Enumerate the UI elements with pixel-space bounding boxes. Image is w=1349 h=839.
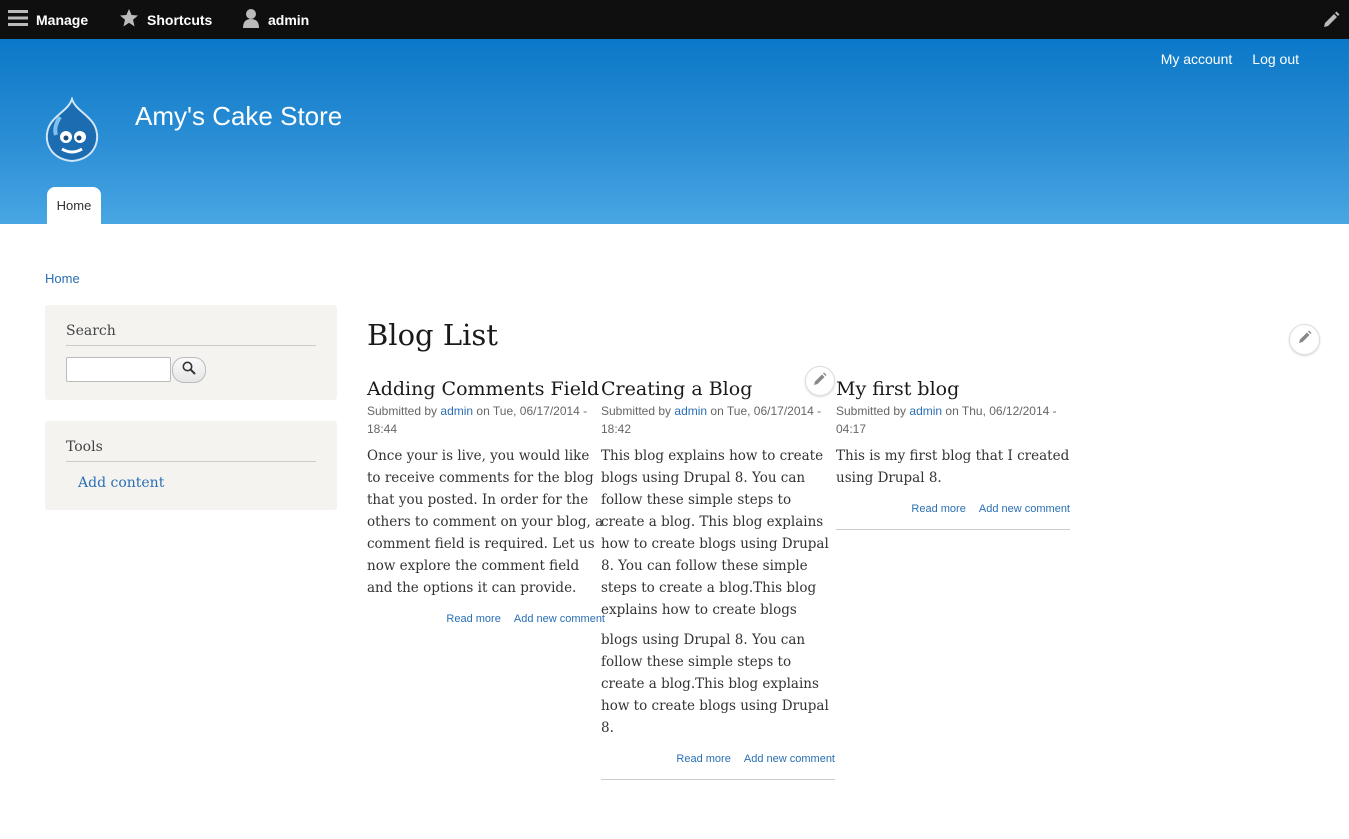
log-out-link[interactable]: Log out [1252,51,1299,67]
pencil-icon [1298,330,1312,349]
search-block-title: Search [66,323,316,346]
breadcrumb-home[interactable]: Home [45,271,80,286]
post-edit-button[interactable] [805,366,835,396]
add-comment-link[interactable]: Add new comment [744,753,835,765]
tools-block: Tools Add content [45,421,337,510]
post-divider [601,779,835,780]
secondary-menu: My account Log out [1161,51,1299,67]
read-more-link[interactable]: Read more [676,753,730,765]
drupal-logo-icon[interactable] [42,95,102,165]
post-divider [836,529,1070,530]
post-links: Read more Add new comment [836,503,1070,515]
user-icon [242,8,260,31]
post-meta: Submitted by admin on Tue, 06/17/2014 - … [601,402,835,438]
page-edit-button[interactable] [1289,324,1320,355]
post-body: This is my first blog that I created usi… [836,448,1070,486]
post-meta: Submitted by admin on Tue, 06/17/2014 - … [367,402,605,438]
add-comment-link[interactable]: Add new comment [514,613,605,625]
toolbar-manage[interactable]: Manage [8,0,88,39]
blog-post: Creating a Blog Submitted by admin on Tu… [601,376,835,780]
blog-post: My first blog Submitted by admin on Thu,… [836,376,1070,530]
tab-home[interactable]: Home [47,187,101,224]
post-body: Once your is live, you would like to rec… [367,448,604,596]
blog-post: Adding Comments Field Submitted by admin… [367,376,605,625]
post-body: This blog explains how to create blogs u… [601,448,829,618]
toolbar-manage-label: Manage [36,11,89,28]
search-input[interactable] [66,357,171,382]
post-title[interactable]: Adding Comments Field [367,376,605,402]
author-link[interactable]: admin [909,404,942,418]
my-account-link[interactable]: My account [1161,51,1233,67]
author-link[interactable]: admin [674,404,707,418]
post-meta: Submitted by admin on Thu, 06/12/2014 - … [836,402,1070,438]
submitted-by-label: Submitted by [367,404,438,418]
tools-block-title: Tools [66,439,316,462]
author-link[interactable]: admin [440,404,473,418]
read-more-link[interactable]: Read more [911,503,965,515]
edit-pencil-icon[interactable] [1321,10,1341,30]
add-content-link[interactable]: Add content [78,475,164,491]
search-icon [182,361,196,380]
star-icon [119,8,139,31]
add-comment-link[interactable]: Add new comment [979,503,1070,515]
post-body-continued: blogs using Drupal 8. You can follow the… [601,632,829,736]
submitted-by-label: Submitted by [836,404,907,418]
search-button[interactable] [172,357,206,383]
toolbar-shortcuts-label: Shortcuts [147,11,213,28]
post-links: Read more Add new comment [367,613,605,625]
hamburger-menu-icon [8,9,28,30]
toolbar-shortcuts[interactable]: Shortcuts [119,0,212,39]
post-title[interactable]: Creating a Blog [601,376,835,402]
site-header: My account Log out Amy's Cake Store Home [0,39,1349,224]
submitted-by-label: Submitted by [601,404,672,418]
search-block: Search [45,305,337,400]
post-links: Read more Add new comment [601,753,835,765]
admin-toolbar: Manage Shortcuts admin [0,0,1349,39]
page-title: Blog List [367,318,498,352]
read-more-link[interactable]: Read more [446,613,500,625]
toolbar-user[interactable]: admin [242,0,309,39]
site-name[interactable]: Amy's Cake Store [135,101,342,132]
pencil-icon [813,372,827,391]
toolbar-user-label: admin [268,11,310,28]
post-title[interactable]: My first blog [836,376,1070,402]
